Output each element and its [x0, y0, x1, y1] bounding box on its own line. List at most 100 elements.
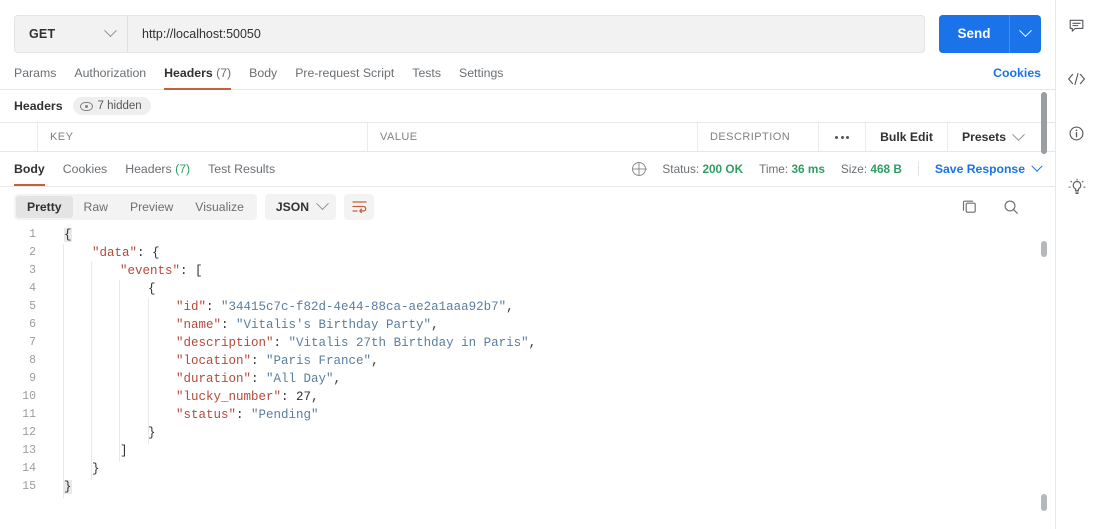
tab-label: Pre-request Script: [295, 66, 395, 80]
tab-label: Params: [14, 66, 57, 80]
view-mode-segmented: Pretty Raw Preview Visualize: [14, 193, 257, 220]
line-number: 1: [29, 228, 36, 241]
view-mode-pretty[interactable]: Pretty: [16, 195, 73, 218]
bulk-edit-button[interactable]: Bulk Edit: [865, 123, 947, 151]
code-line: 10 "lucky_number": 27,: [0, 388, 1055, 406]
time-label: Time:: [759, 162, 789, 176]
hidden-headers-badge[interactable]: 7 hidden: [72, 97, 151, 115]
view-mode-preview[interactable]: Preview: [119, 196, 184, 218]
code-token: "events": [120, 264, 181, 278]
send-button-group: Send: [939, 14, 1041, 53]
tab-settings[interactable]: Settings: [450, 66, 512, 89]
format-label: JSON: [275, 199, 310, 214]
body-scrollbar-thumb-top[interactable]: [1041, 241, 1047, 257]
response-tabs-bar: Body Cookies Headers (7) Test Results St…: [0, 152, 1055, 187]
tab-authorization[interactable]: Authorization: [65, 66, 155, 89]
response-tab-test-results[interactable]: Test Results: [199, 154, 284, 185]
line-number: 8: [29, 354, 36, 367]
code-text: "location": "Paris France",: [46, 352, 379, 370]
column-header-value: VALUE: [368, 123, 698, 151]
tab-label: Headers: [164, 66, 213, 80]
line-number: 12: [22, 426, 36, 439]
search-icon[interactable]: [1003, 199, 1019, 215]
code-token: {: [148, 282, 156, 296]
size-label: Size:: [840, 162, 868, 176]
lightbulb-icon[interactable]: [1062, 172, 1092, 202]
response-tab-cookies[interactable]: Cookies: [54, 154, 116, 185]
request-tabs: Params Authorization Headers (7) Body Pr…: [0, 56, 1055, 90]
tab-label: Body: [14, 161, 45, 176]
headers-scrollbar-thumb[interactable]: [1041, 92, 1047, 154]
code-line: 5 "id": "34415c7c-f82d-4e44-88ca-ae2a1aaa…: [0, 298, 1055, 316]
code-token: : [: [180, 264, 203, 278]
globe-icon[interactable]: [632, 162, 647, 176]
code-line: 6 "name": "Vitalis's Birthday Party",: [0, 316, 1055, 334]
tab-headers[interactable]: Headers (7): [155, 66, 240, 90]
response-tab-body[interactable]: Body: [14, 154, 54, 186]
more-horizontal-icon[interactable]: [819, 123, 865, 151]
copy-icon[interactable]: [962, 199, 977, 214]
code-icon[interactable]: [1062, 64, 1092, 94]
tab-body[interactable]: Body: [240, 66, 286, 89]
text-wrap-icon[interactable]: [344, 193, 375, 220]
code-text: "events": [: [46, 262, 203, 280]
code-token: ,: [431, 318, 439, 332]
url-bar: GET: [14, 14, 925, 53]
code-line: 3 "events": [: [0, 262, 1055, 280]
headers-table-header: KEY VALUE DESCRIPTION Bulk Edit Presets: [0, 122, 1055, 152]
eye-icon: [79, 101, 93, 111]
code-token: :: [206, 300, 222, 314]
right-sidebar: [1055, 0, 1097, 529]
code-token: 27: [296, 390, 312, 404]
code-token: "Vitalis 27th Birthday in Paris": [288, 336, 529, 350]
tab-params[interactable]: Params: [14, 66, 65, 89]
view-mode-visualize[interactable]: Visualize: [184, 196, 255, 218]
request-url-row: GET Send: [0, 0, 1055, 56]
column-header-description: DESCRIPTION: [698, 123, 820, 151]
line-number: 13: [22, 444, 36, 457]
response-body-code[interactable]: 1{2 "data": {3 "events": [4{5 "id": "34415c…: [0, 226, 1055, 516]
format-selector[interactable]: JSON: [264, 193, 337, 220]
url-input[interactable]: [128, 15, 924, 52]
code-token: ,: [371, 354, 379, 368]
hidden-headers-count: 7 hidden: [97, 100, 142, 112]
comment-icon[interactable]: [1062, 10, 1092, 40]
code-line: 9 "duration": "All Day",: [0, 370, 1055, 388]
view-mode-raw[interactable]: Raw: [73, 196, 119, 218]
headers-subbar: Headers 7 hidden: [0, 90, 1055, 122]
save-response-button[interactable]: Save Response: [917, 160, 1043, 176]
size-item: Size: 468 B: [841, 162, 902, 176]
response-tab-headers[interactable]: Headers (7): [116, 154, 199, 185]
http-method-selector[interactable]: GET: [15, 15, 128, 52]
tab-count: (7): [216, 66, 232, 80]
code-token: "status": [176, 408, 237, 422]
code-token: :: [236, 408, 252, 422]
line-number: 4: [29, 282, 36, 295]
tab-tests[interactable]: Tests: [403, 66, 450, 89]
tab-label: Body: [249, 66, 278, 80]
code-line: 13]: [0, 442, 1055, 460]
code-text: "lucky_number": 27,: [46, 388, 319, 406]
save-response-label: Save Response: [934, 162, 1025, 176]
code-line: 8 "location": "Paris France",: [0, 352, 1055, 370]
code-token: "34415c7c-f82d-4e44-88ca-ae2a1aaa92b7": [221, 300, 507, 314]
code-token: :: [273, 336, 289, 350]
body-scrollbar-thumb-bottom[interactable]: [1041, 494, 1047, 511]
presets-label: Presets: [961, 130, 1006, 144]
presets-button[interactable]: Presets: [946, 123, 1033, 151]
send-button[interactable]: Send: [939, 14, 1009, 53]
cookies-link[interactable]: Cookies: [993, 66, 1041, 89]
line-number: 6: [29, 318, 36, 331]
tab-count: (7): [175, 161, 191, 176]
send-options-button[interactable]: [1009, 14, 1041, 53]
main-column: GET Send Params Authorization Headers: [0, 0, 1055, 529]
info-icon[interactable]: [1062, 118, 1092, 148]
response-body-toolbar: Pretty Raw Preview Visualize JSON: [0, 187, 1055, 226]
tab-pre-request-script[interactable]: Pre-request Script: [286, 66, 403, 89]
code-line: 12}: [0, 424, 1055, 442]
code-line: 4{: [0, 280, 1055, 298]
code-token: }: [92, 462, 100, 476]
code-token: : {: [137, 246, 160, 260]
code-token: }: [148, 426, 156, 440]
line-number: 2: [29, 246, 36, 259]
